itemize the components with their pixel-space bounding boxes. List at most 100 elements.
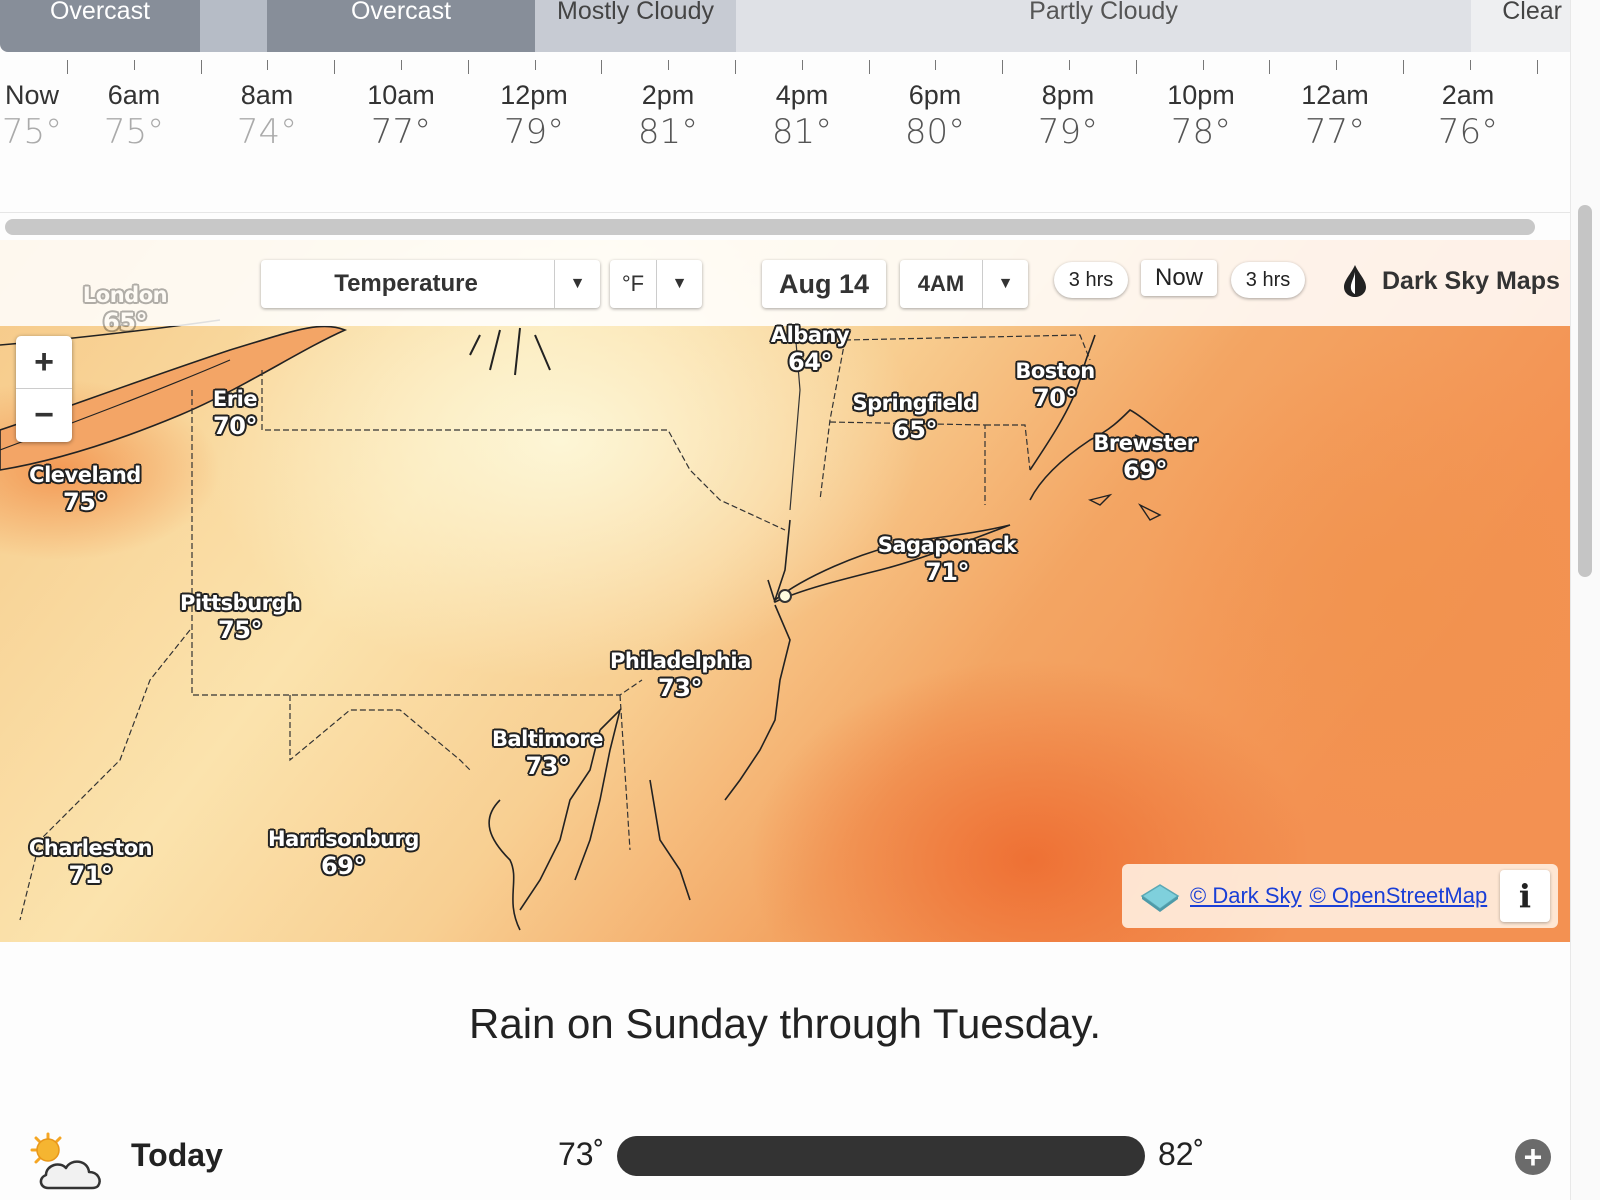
city-label-springfield: Springfield 65°: [852, 391, 978, 444]
condition-segment: Clear: [1471, 0, 1570, 52]
conditions-strip: Overcast Overcast Mostly Cloudy Partly C…: [0, 0, 1570, 52]
daily-row-today[interactable]: Today 73˚ 82˚ +: [0, 1124, 1570, 1194]
time-select[interactable]: 4AM ▼: [900, 260, 1028, 308]
hour-temp: 74°: [236, 112, 298, 152]
chevron-down-icon[interactable]: ▼: [554, 260, 600, 308]
hour-item: 2pm 81°: [601, 78, 735, 152]
city-label-boston: Boston 70°: [1015, 359, 1095, 412]
hour-tick: [201, 60, 202, 74]
hour-item: 8am 74°: [200, 78, 334, 152]
hour-label: 6am: [107, 80, 161, 110]
dark-sky-maps-link[interactable]: Dark Sky Maps: [1342, 260, 1560, 302]
hour-label: 2am: [1441, 80, 1495, 110]
layer-select[interactable]: Temperature ▼: [261, 260, 600, 308]
hour-tick: [668, 60, 669, 70]
hour-tick: [468, 60, 469, 74]
unit-select-value: °F: [621, 271, 645, 296]
hour-item: 2am 76°: [1401, 78, 1535, 152]
partly-cloudy-day-icon: [30, 1132, 101, 1190]
city-label-baltimore: Baltimore 73°: [491, 727, 604, 780]
hour-item: 12pm 79°: [467, 78, 601, 152]
step-back-button[interactable]: 3 hrs: [1054, 262, 1128, 298]
hour-item: 4pm 81°: [735, 78, 869, 152]
current-location-marker[interactable]: [778, 589, 792, 603]
step-forward-button[interactable]: 3 hrs: [1231, 262, 1305, 298]
chevron-down-icon[interactable]: ▼: [982, 260, 1028, 308]
hour-temp: 79°: [1037, 112, 1099, 152]
hour-tick: [1136, 60, 1137, 74]
zoom-in-button[interactable]: +: [16, 336, 72, 389]
hour-tick: [869, 60, 870, 74]
temperature-map[interactable]: Temperature ▼ °F ▼ Aug 14 4AM ▼ 3 hrs No…: [0, 240, 1570, 942]
hour-label: 2pm: [641, 80, 695, 110]
openstreetmap-attribution-link[interactable]: © OpenStreetMap: [1310, 883, 1488, 909]
dark-sky-logo-icon: [1344, 265, 1366, 297]
day-high-temp: 82˚: [1158, 1136, 1205, 1172]
condition-segment: Partly Cloudy: [736, 0, 1471, 52]
condition-segment: Overcast: [267, 0, 535, 52]
hour-tick: [67, 60, 68, 74]
hour-tick: [601, 60, 602, 74]
hour-temp: 78°: [1170, 112, 1232, 152]
hour-tick: [1336, 60, 1337, 70]
hour-label: 12am: [1301, 80, 1369, 110]
hour-tick: [535, 60, 536, 70]
hour-tick: [1537, 60, 1538, 74]
zoom-out-button[interactable]: −: [16, 389, 72, 442]
city-label-cleveland: Cleveland 75°: [29, 463, 141, 516]
map-toolbar: Temperature ▼ °F ▼ Aug 14 4AM ▼ 3 hrs No…: [0, 240, 1570, 326]
dark-sky-attribution-link[interactable]: © Dark Sky: [1190, 883, 1302, 909]
hour-tick: [334, 60, 335, 74]
hour-tick: [735, 60, 736, 74]
condition-segment: [200, 0, 267, 52]
page-scrollbar-thumb[interactable]: [1578, 205, 1592, 577]
page-scrollbar-track[interactable]: [1570, 0, 1600, 1200]
hour-tick: [802, 60, 803, 70]
hour-tick: [134, 60, 135, 70]
hour-tick: [935, 60, 936, 70]
hour-tick: [1269, 60, 1270, 74]
hour-tick: [267, 60, 268, 70]
hour-tick: [401, 60, 402, 70]
hour-temp: 80°: [904, 112, 966, 152]
timeline-horizontal-scrollbar[interactable]: [5, 219, 1535, 235]
expand-day-button[interactable]: +: [1515, 1139, 1551, 1175]
hour-label: 12pm: [500, 80, 568, 110]
hour-item: 10pm 78°: [1134, 78, 1268, 152]
hour-tick: [1069, 60, 1070, 70]
city-label-charleston: Charleston 71°: [28, 836, 153, 889]
chevron-down-icon[interactable]: ▼: [656, 260, 702, 308]
temperature-range-bar: [617, 1136, 1145, 1176]
city-label-sagaponack: Sagaponack 71°: [877, 533, 1017, 586]
condition-segment: Mostly Cloudy: [535, 0, 736, 52]
map-attribution: © Dark Sky © OpenStreetMap i: [1122, 864, 1558, 928]
city-label-albany: Albany 64°: [770, 323, 850, 376]
city-label-philadelphia: Philadelphia 73°: [610, 649, 751, 702]
hour-item: 8pm 79°: [1001, 78, 1135, 152]
hour-item: 6am 75°: [67, 78, 201, 152]
date-button[interactable]: Aug 14: [762, 260, 886, 308]
hour-temp: 79°: [503, 112, 565, 152]
hour-tick: [1002, 60, 1003, 74]
hourly-timeline: Now 75° 6am 75° 8am 74° 10am 77° 12pm 79° 2pm…: [0, 78, 1570, 158]
city-label-pittsburgh: Pittsburgh 75°: [180, 591, 301, 644]
city-label-brewster: Brewster 69°: [1093, 431, 1197, 484]
unit-select[interactable]: °F ▼: [610, 260, 702, 308]
day-low-temp: 73˚: [558, 1136, 605, 1172]
hour-temp: 75°: [103, 112, 165, 152]
hour-item: 12am 77°: [1268, 78, 1402, 152]
condition-segment: Overcast: [0, 0, 200, 52]
hour-tick: [1470, 60, 1471, 70]
hour-temp: 76°: [1437, 112, 1499, 152]
time-select-value: 4AM: [917, 271, 965, 296]
hour-temp: 77°: [370, 112, 432, 152]
hour-label: 10pm: [1167, 80, 1235, 110]
hour-ticks: [0, 60, 1570, 76]
city-label-london: London 65°: [82, 283, 168, 336]
now-button[interactable]: Now: [1141, 260, 1217, 296]
map-info-button[interactable]: i: [1500, 870, 1550, 922]
hour-tick: [1203, 60, 1204, 70]
hour-temp: 81°: [771, 112, 833, 152]
hour-item: 6pm 80°: [868, 78, 1002, 152]
hour-label: 8am: [240, 80, 294, 110]
